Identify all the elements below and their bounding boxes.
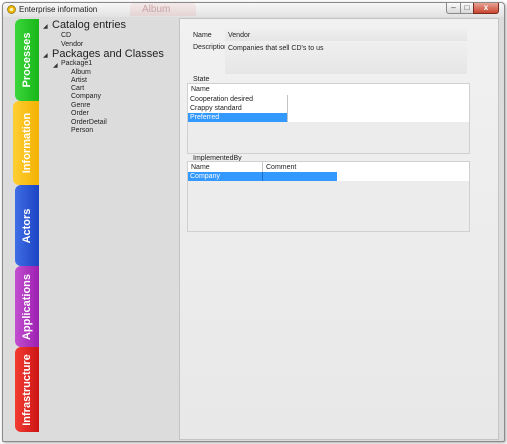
table-row[interactable]: Crappy standard [188,104,469,113]
name-field[interactable]: Vendor [225,29,467,41]
app-icon [7,5,16,14]
tab-information[interactable]: Information [13,101,40,185]
table-row-selected[interactable]: Preferred [188,113,469,122]
maximize-button[interactable]: □ [460,3,474,14]
table-row[interactable]: Cooperation desired [188,95,469,104]
name-column-header[interactable]: Name [191,164,210,171]
expand-arrow-icon[interactable]: ◢ [43,23,48,30]
state-grid[interactable]: Name Cooperation desired Crappy standard… [187,83,470,154]
tree-item-company[interactable]: Company [71,93,101,100]
column-divider [287,95,288,122]
tree-node-catalog-entries[interactable]: Catalog entries [52,19,126,31]
table-row-selected[interactable]: Company [188,172,469,181]
tab-infrastructure[interactable]: Infrastructure [15,347,39,432]
tree-item-artist[interactable]: Artist [71,77,87,84]
implementedby-grid[interactable]: Name Comment Company [187,161,470,232]
expand-arrow-icon[interactable]: ◢ [53,62,58,69]
title-bar[interactable]: Enterprise information Album – □ x [3,3,504,17]
details-panel: Name Vendor Description Companies that s… [179,18,499,440]
tree-item-vendor[interactable]: Vendor [61,41,83,48]
tree-item-orderdetail[interactable]: OrderDetail [71,119,107,126]
description-label: Description [193,44,229,51]
implementedby-name-cell: Company [190,173,220,180]
close-button[interactable]: x [473,3,499,14]
tree-item-cart[interactable]: Cart [71,85,84,92]
description-field[interactable]: Companies that sell CD's to us [225,42,467,74]
state-section-label: State [193,76,210,83]
column-divider [262,162,263,172]
expand-arrow-icon[interactable]: ◢ [43,52,48,59]
minimize-button[interactable]: – [446,3,461,14]
enterprise-information-window: Enterprise information Album – □ x Proce… [2,2,505,442]
background-window-tab: Album [130,3,196,16]
window-title: Enterprise information [19,5,98,14]
tree-item-genre[interactable]: Genre [71,102,90,109]
tab-applications[interactable]: Applications [15,266,39,347]
state-name-column-header[interactable]: Name [191,86,210,93]
tree-node-package1[interactable]: Package1 [61,60,92,67]
tab-processes[interactable]: Processes [15,19,39,101]
tab-actors[interactable]: Actors [15,185,39,266]
name-label: Name [193,32,212,39]
tree-node-packages-and-classes[interactable]: Packages and Classes [52,48,164,60]
tree-item-album[interactable]: Album [71,69,91,76]
column-divider [262,172,263,181]
tree-item-person[interactable]: Person [71,127,93,134]
comment-column-header[interactable]: Comment [266,164,296,171]
tree-item-cd[interactable]: CD [61,32,71,39]
entity-tree: ◢ Catalog entries CD Vendor ◢ Packages a… [39,17,179,439]
tree-item-order[interactable]: Order [71,110,89,117]
